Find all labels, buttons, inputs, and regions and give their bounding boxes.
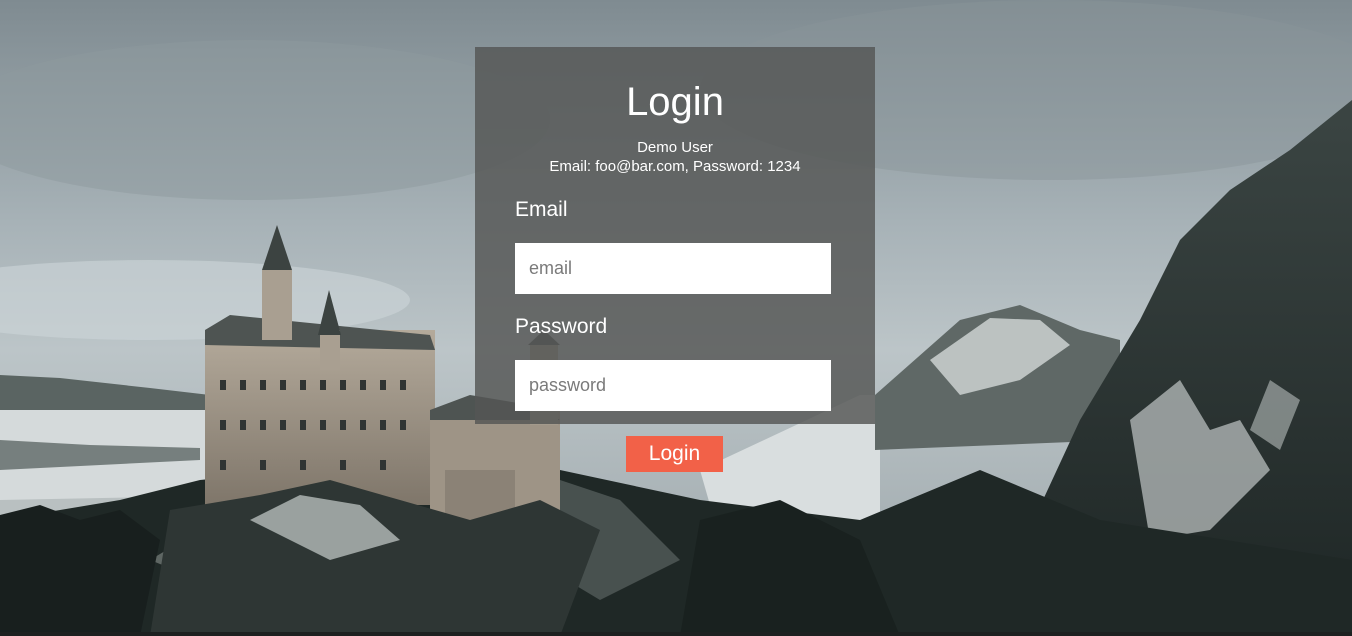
demo-user-heading: Demo User [637, 139, 713, 156]
password-label: Password [515, 315, 608, 338]
login-panel: Login Demo User Email: foo@bar.com, Pass… [475, 47, 875, 424]
email-input[interactable] [515, 243, 831, 294]
bottom-strip [0, 632, 1352, 636]
email-label: Email [515, 198, 568, 221]
password-input[interactable] [515, 360, 831, 411]
demo-credentials: Email: foo@bar.com, Password: 1234 [549, 158, 801, 175]
login-page: Login Demo User Email: foo@bar.com, Pass… [0, 0, 1352, 636]
login-title: Login [626, 80, 724, 124]
login-button[interactable]: Login [626, 436, 723, 472]
